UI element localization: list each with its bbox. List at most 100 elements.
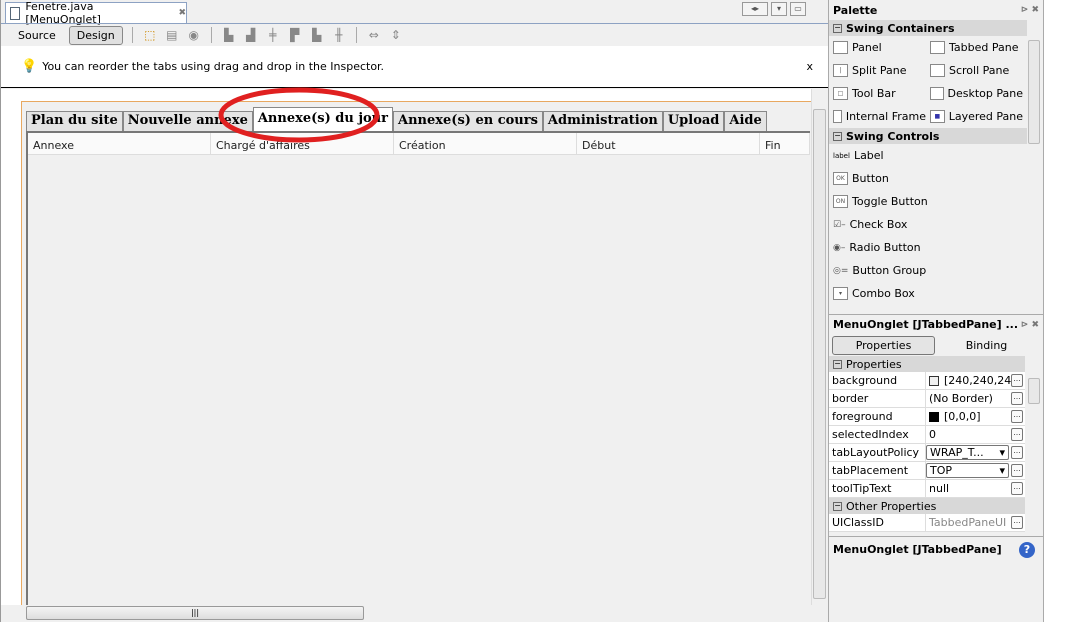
scroll-tabs-button[interactable]: ◂▸: [742, 2, 768, 16]
tab-aide[interactable]: Aide: [724, 111, 767, 131]
minimize-close-icon[interactable]: ⊳ ✖: [1021, 5, 1039, 15]
column-header-creation[interactable]: Création: [394, 133, 577, 154]
chevron-down-icon: ▾: [999, 464, 1005, 477]
property-value[interactable]: [240,240,240]: [944, 374, 1011, 387]
selection-mode-icon[interactable]: ⬚: [142, 28, 158, 42]
item-label: Toggle Button: [852, 195, 928, 208]
palette-scrollbar[interactable]: [1027, 22, 1042, 308]
properties-section[interactable]: − Properties: [829, 356, 1025, 372]
color-swatch: [929, 375, 939, 386]
horizontal-scrollbar[interactable]: |||: [11, 605, 827, 621]
maximize-button[interactable]: ▭: [790, 2, 806, 16]
edit-button[interactable]: …: [1011, 374, 1023, 387]
edit-button[interactable]: …: [1011, 482, 1023, 495]
property-value[interactable]: 0: [926, 428, 1011, 441]
palette-category-swing-controls[interactable]: − Swing Controls: [829, 128, 1027, 144]
property-name: tabLayoutPolicy: [829, 444, 926, 461]
connection-mode-icon[interactable]: ▤: [164, 28, 180, 42]
center-vertical-icon[interactable]: ╫: [331, 28, 347, 42]
properties-scroll-thumb[interactable]: [1028, 378, 1040, 404]
info-close-button[interactable]: x: [806, 60, 813, 73]
edit-button[interactable]: …: [1011, 428, 1023, 441]
button-icon: OK: [833, 172, 848, 185]
align-right-icon[interactable]: ▟: [243, 28, 259, 42]
help-icon[interactable]: ?: [1019, 542, 1035, 558]
tab-administration[interactable]: Administration: [542, 111, 663, 131]
property-row-selectedindex[interactable]: selectedIndex 0…: [829, 426, 1025, 444]
property-value: WRAP_T...: [930, 446, 984, 459]
property-row-tooltiptext[interactable]: toolTipText null…: [829, 480, 1025, 498]
horizontal-scroll-thumb[interactable]: |||: [26, 606, 364, 620]
info-bar: 💡 You can reorder the tabs using drag an…: [1, 46, 829, 88]
column-header-fin[interactable]: Fin: [760, 133, 810, 154]
tab-annexes-en-cours[interactable]: Annexe(s) en cours: [393, 111, 543, 131]
palette-item-combo-box[interactable]: ▾ Combo Box: [829, 282, 1027, 305]
palette-item-scroll-pane[interactable]: Scroll Pane: [926, 59, 1023, 82]
align-top-icon[interactable]: ▛: [287, 28, 303, 42]
edit-button[interactable]: …: [1011, 392, 1023, 405]
property-row-tablayoutpolicy[interactable]: tabLayoutPolicy WRAP_T... ▾…: [829, 444, 1025, 462]
desktop-pane-icon: [930, 87, 944, 100]
tablayoutpolicy-select[interactable]: WRAP_T... ▾: [926, 445, 1009, 460]
properties-scrollbar[interactable]: [1027, 360, 1042, 532]
column-header-annexe[interactable]: Annexe: [28, 133, 211, 154]
center-horizontal-icon[interactable]: ╪: [265, 28, 281, 42]
highlight-ellipse: [218, 87, 380, 143]
palette-item-label[interactable]: label Label: [829, 144, 1027, 167]
column-header-debut[interactable]: Début: [577, 133, 760, 154]
property-row-border[interactable]: border (No Border)…: [829, 390, 1025, 408]
property-value[interactable]: null: [926, 482, 1011, 495]
edit-button[interactable]: …: [1011, 464, 1023, 477]
split-pane-icon: |: [833, 64, 848, 77]
property-row-tabplacement[interactable]: tabPlacement TOP ▾…: [829, 462, 1025, 480]
vertical-scrollbar[interactable]: [811, 89, 827, 605]
palette-item-desktop-pane[interactable]: Desktop Pane: [926, 82, 1023, 105]
vertical-scroll-thumb[interactable]: [813, 109, 826, 599]
property-row-foreground[interactable]: foreground [0,0,0]…: [829, 408, 1025, 426]
minimize-close-icon[interactable]: ⊳ ✖: [1021, 320, 1039, 330]
property-row-uiclassid[interactable]: UIClassID TabbedPaneUI…: [829, 514, 1025, 532]
property-row-background[interactable]: background [240,240,240]…: [829, 372, 1025, 390]
resize-vertical-icon[interactable]: ⇕: [388, 28, 404, 42]
show-documents-button[interactable]: ▾: [771, 2, 787, 16]
info-message: You can reorder the tabs using drag and …: [42, 60, 385, 73]
palette-item-panel[interactable]: Panel: [829, 36, 926, 59]
other-properties-section[interactable]: − Other Properties: [829, 498, 1025, 514]
palette-category-swing-containers[interactable]: − Swing Containers: [829, 20, 1027, 36]
property-value[interactable]: (No Border): [926, 392, 1011, 405]
palette-title: Palette: [833, 3, 878, 17]
edit-button[interactable]: …: [1011, 410, 1023, 423]
close-icon[interactable]: ✖: [178, 8, 186, 18]
align-bottom-icon[interactable]: ▙: [309, 28, 325, 42]
palette-item-tool-bar[interactable]: □ Tool Bar: [829, 82, 926, 105]
tabplacement-select[interactable]: TOP ▾: [926, 463, 1009, 478]
palette-item-check-box[interactable]: ☑– Check Box: [829, 213, 1027, 236]
palette-item-split-pane[interactable]: | Split Pane: [829, 59, 926, 82]
align-left-icon[interactable]: ▙: [221, 28, 237, 42]
palette-item-toggle-button[interactable]: ON Toggle Button: [829, 190, 1027, 213]
tab-upload[interactable]: Upload: [662, 111, 725, 131]
tab-properties[interactable]: Properties: [832, 335, 935, 355]
edit-button[interactable]: …: [1011, 516, 1023, 529]
preview-design-icon[interactable]: ◉: [186, 28, 202, 42]
tab-binding[interactable]: Binding: [935, 337, 1038, 354]
palette-item-internal-frame[interactable]: Internal Frame: [829, 105, 926, 128]
window-controls: ◂▸ ▾ ▭: [742, 2, 806, 16]
palette-scroll-thumb[interactable]: [1028, 40, 1040, 144]
palette-item-layered-pane[interactable]: ■ Layered Pane: [926, 105, 1023, 128]
item-label: Combo Box: [852, 287, 915, 300]
lightbulb-icon: 💡: [21, 59, 38, 74]
radio-button-icon: ◉–: [833, 242, 846, 253]
source-button[interactable]: Source: [11, 27, 63, 44]
editor-tab[interactable]: Fenetre.java [MenuOnglet] ✖: [5, 0, 187, 26]
palette-item-button[interactable]: OK Button: [829, 167, 1027, 190]
palette-header: Palette ⊳ ✖: [829, 0, 1043, 20]
property-value[interactable]: [0,0,0]: [944, 410, 981, 423]
design-button[interactable]: Design: [68, 25, 123, 45]
edit-button[interactable]: …: [1011, 446, 1023, 459]
resize-horizontal-icon[interactable]: ⇔: [366, 28, 382, 42]
tab-plan-du-site[interactable]: Plan du site: [26, 111, 123, 131]
palette-item-radio-button[interactable]: ◉– Radio Button: [829, 236, 1027, 259]
palette-item-tabbed-pane[interactable]: Tabbed Pane: [926, 36, 1023, 59]
palette-item-button-group[interactable]: ◎= Button Group: [829, 259, 1027, 282]
